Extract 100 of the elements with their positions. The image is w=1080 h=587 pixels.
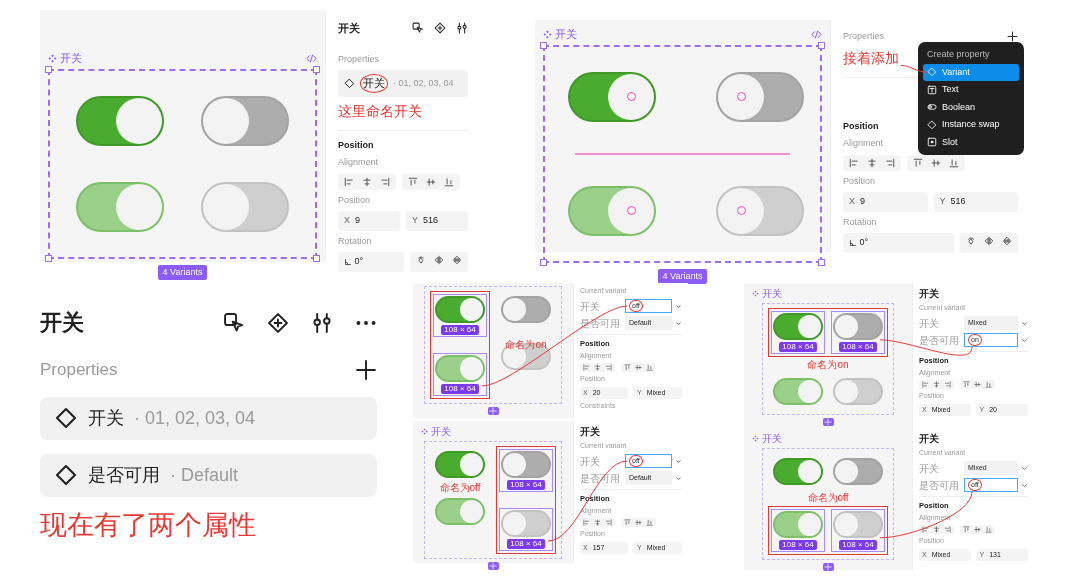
toggle-switch[interactable] — [435, 451, 485, 478]
resize-handle[interactable] — [45, 254, 52, 262]
chevron-down-icon[interactable] — [1021, 319, 1028, 327]
sliders-icon[interactable] — [311, 311, 333, 334]
align-bottom-icon[interactable] — [985, 381, 992, 389]
align-center-icon[interactable] — [933, 381, 940, 389]
menu-item[interactable]: Text — [923, 81, 1019, 99]
toggle-switch[interactable] — [75, 181, 164, 232]
align-top-icon[interactable] — [963, 381, 970, 389]
rotation-field[interactable]: 0° — [843, 233, 954, 253]
align-right-icon[interactable] — [885, 157, 895, 168]
align-right-icon[interactable] — [944, 381, 951, 389]
chevron-down-icon[interactable] — [675, 302, 682, 310]
diamond-plus-icon[interactable] — [267, 311, 289, 334]
menu-item[interactable]: Variant — [923, 63, 1019, 81]
align-center-icon[interactable] — [362, 176, 372, 187]
align-center-icon[interactable] — [867, 157, 877, 168]
selection-frame[interactable]: 108 × 64 — [831, 311, 885, 354]
align-center-icon[interactable] — [594, 519, 601, 527]
align-left-icon[interactable] — [922, 526, 929, 534]
y-field[interactable]: Y 516 — [933, 192, 1018, 212]
resize-handle[interactable] — [313, 254, 320, 262]
chevron-down-icon[interactable] — [1021, 464, 1028, 472]
align-top-icon[interactable] — [624, 519, 631, 527]
toggle-switch[interactable] — [568, 185, 656, 236]
resize-handle[interactable] — [45, 65, 52, 73]
menu-item[interactable]: Boolean — [923, 98, 1019, 116]
align-right-icon[interactable] — [944, 526, 951, 534]
property-row[interactable]: 开关 · 01, 02, 03, 04 — [338, 70, 468, 97]
align-top-icon[interactable] — [963, 526, 970, 534]
toggle-switch[interactable] — [833, 511, 883, 538]
align-middle-icon[interactable] — [635, 519, 642, 527]
flip-horizontal-icon[interactable] — [434, 255, 444, 265]
toggle-switch[interactable] — [201, 95, 290, 146]
align-top-icon[interactable] — [913, 157, 923, 168]
align-left-icon[interactable] — [922, 381, 929, 389]
align-center-icon[interactable] — [594, 364, 601, 372]
toggle-switch[interactable] — [568, 71, 656, 122]
selection-frame[interactable]: 108 × 64 — [831, 509, 885, 552]
align-bottom-icon[interactable] — [646, 364, 653, 372]
chevron-down-icon[interactable] — [675, 457, 682, 465]
cursor-square-icon[interactable] — [223, 311, 245, 334]
toggle-switch[interactable] — [716, 71, 804, 122]
add-icon[interactable] — [355, 358, 377, 381]
rotate-icon[interactable] — [966, 236, 976, 246]
resize-handle[interactable] — [818, 41, 825, 49]
diamond-plus-icon[interactable] — [434, 22, 446, 35]
align-bottom-icon[interactable] — [444, 176, 454, 187]
toggle-switch[interactable] — [75, 95, 164, 146]
selection-frame[interactable]: 108 × 64 — [433, 294, 487, 337]
selection-frame[interactable]: 108 × 64 — [499, 508, 553, 551]
selection-frame[interactable]: 108 × 64 — [771, 311, 825, 354]
toggle-switch[interactable] — [833, 313, 883, 340]
add-button[interactable] — [487, 562, 499, 570]
align-right-icon[interactable] — [605, 519, 612, 527]
align-left-icon[interactable] — [849, 157, 859, 168]
chevron-down-icon[interactable] — [1021, 336, 1028, 344]
toggle-switch[interactable] — [716, 185, 804, 236]
align-left-icon[interactable] — [583, 364, 590, 372]
align-right-icon[interactable] — [380, 176, 390, 187]
toggle-switch[interactable] — [435, 498, 485, 525]
align-left-icon[interactable] — [344, 176, 354, 187]
toggle-switch[interactable] — [501, 451, 551, 478]
toggle-switch[interactable] — [773, 378, 823, 405]
toggle-switch[interactable] — [833, 378, 883, 405]
toggle-switch[interactable] — [435, 296, 485, 323]
selection-frame[interactable]: 108 × 64 — [499, 449, 553, 492]
toggle-switch[interactable] — [435, 355, 485, 382]
selection-frame[interactable]: 108 × 64 — [433, 353, 487, 396]
menu-item[interactable]: Instance swap — [923, 116, 1019, 134]
chevron-down-icon[interactable] — [675, 319, 682, 327]
align-middle-icon[interactable] — [635, 364, 642, 372]
sliders-icon[interactable] — [456, 22, 468, 35]
rotation-field[interactable]: 0° — [338, 252, 404, 272]
property-row[interactable]: 是否可用 · Default — [40, 453, 377, 497]
toggle-switch[interactable] — [501, 510, 551, 537]
add-button[interactable] — [822, 418, 834, 426]
menu-item[interactable]: Slot — [923, 133, 1019, 151]
resize-handle[interactable] — [540, 41, 547, 49]
toggle-switch[interactable] — [201, 181, 290, 232]
add-icon[interactable] — [1007, 31, 1018, 43]
rotate-icon[interactable] — [416, 255, 426, 265]
resize-handle[interactable] — [540, 258, 547, 266]
toggle-switch[interactable] — [501, 296, 551, 323]
align-bottom-icon[interactable] — [985, 526, 992, 534]
x-field[interactable]: X 9 — [843, 192, 928, 212]
toggle-switch[interactable] — [833, 458, 883, 485]
x-field[interactable]: X 9 — [338, 211, 400, 231]
toggle-switch[interactable] — [773, 511, 823, 538]
resize-handle[interactable] — [313, 65, 320, 73]
add-button[interactable] — [822, 563, 834, 571]
align-right-icon[interactable] — [605, 364, 612, 372]
chevron-down-icon[interactable] — [675, 474, 682, 482]
align-middle-icon[interactable] — [426, 176, 436, 187]
align-top-icon[interactable] — [624, 364, 631, 372]
resize-handle[interactable] — [818, 258, 825, 266]
align-bottom-icon[interactable] — [949, 157, 959, 168]
cursor-square-icon[interactable] — [412, 22, 424, 35]
toggle-switch[interactable] — [773, 458, 823, 485]
flip-horizontal-icon[interactable] — [984, 236, 994, 246]
